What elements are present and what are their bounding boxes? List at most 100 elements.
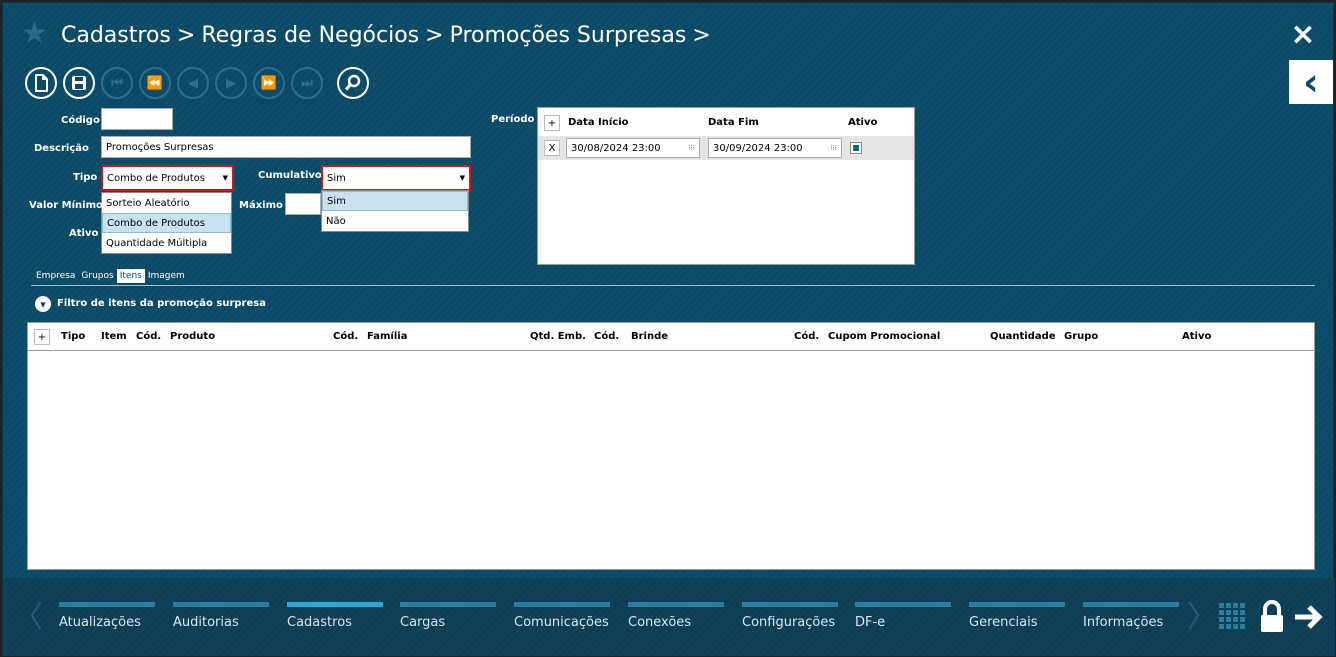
breadcrumb-item-cadastros[interactable]: Cadastros [61,23,171,48]
back-button[interactable]: ‹ [1289,60,1333,104]
col-quantidade[interactable]: Quantidade [990,331,1056,342]
data-inicio-input[interactable]: 30/08/2024 23:00 ⁝⁝⁝ [566,138,700,158]
search-button[interactable] [337,67,369,99]
cumulativo-dropdown-list: Sim Não [321,190,469,232]
cumulativo-selected-value: Sim [327,172,346,184]
periodo-label: Período [491,114,535,125]
remove-periodo-button[interactable]: X [544,140,560,156]
module-informacoes[interactable]: Informações [1083,602,1179,652]
data-inicio-value: 30/08/2024 23:00 [571,142,661,154]
items-grid: + Tipo Item Cód. Produto Cód. Família Qt… [27,322,1315,570]
next-page-button[interactable]: ⏩ [253,67,285,99]
save-button[interactable] [63,67,95,99]
module-comunicacoes[interactable]: Comunicações [514,602,610,652]
module-label: Configurações [742,615,836,630]
tipo-selected-value: Combo de Produtos [107,172,205,184]
dropdown-arrow-icon: ▼ [222,174,228,182]
module-indicator [969,602,1065,607]
col-qtd-emb[interactable]: Qtd. Emb. [530,331,586,342]
col-cod-cupom[interactable]: Cód. [794,331,819,342]
col-cod-familia[interactable]: Cód. [333,331,358,342]
chevron-left-icon: ‹ [1303,60,1319,104]
cumulativo-option[interactable]: Não [322,211,468,231]
descricao-label: Descrição [34,143,89,154]
module-cargas[interactable]: Cargas [400,602,496,652]
last-record-button[interactable]: ⏭ [291,67,323,99]
col-cupom-promocional[interactable]: Cupom Promocional [828,331,940,342]
module-cadastros[interactable]: Cadastros [287,602,383,652]
close-icon[interactable]: × [1289,20,1317,50]
logout-arrow-icon[interactable] [1293,602,1325,632]
module-gerenciais[interactable]: Gerenciais [969,602,1065,652]
tab-itens[interactable]: Itens [116,269,145,283]
calendar-icon[interactable]: ⁝⁝⁝ [830,144,837,152]
previous-record-button[interactable]: ◀ [177,67,209,99]
valor-minimo-label: Valor Mínimo [29,200,103,211]
col-cod-produto[interactable]: Cód. [136,331,161,342]
codigo-input[interactable] [101,108,173,130]
codigo-label: Código [61,115,100,126]
periodo-header-fim: Data Fim [708,117,759,128]
favorite-star-icon[interactable]: ★ [21,19,49,49]
col-produto[interactable]: Produto [170,331,215,342]
descricao-input[interactable]: Promoções Surpresas [101,136,471,158]
add-periodo-button[interactable]: + [544,115,560,131]
scroll-left-icon[interactable]: 〈 [13,598,43,638]
new-record-button[interactable] [25,67,57,99]
previous-page-button[interactable]: ⏪ [139,67,171,99]
tab-imagem[interactable]: Imagem [145,269,188,283]
calendar-icon[interactable]: ⁝⁝⁝ [688,144,695,152]
module-dfe[interactable]: DF-e [855,602,951,652]
breadcrumb-separator-icon: > [425,22,444,48]
data-fim-input[interactable]: 30/09/2024 23:00 ⁝⁝⁝ [708,138,842,158]
maximo-label: Máximo [239,200,283,211]
col-cod-brinde[interactable]: Cód. [594,331,619,342]
tipo-select[interactable]: Combo de Produtos ▼ [101,165,234,191]
scroll-right-icon[interactable]: 〉 [1187,598,1217,638]
module-indicator [400,602,496,607]
cumulativo-label: Cumulativo [258,170,322,181]
col-ativo[interactable]: Ativo [1182,331,1211,342]
filter-label[interactable]: Filtro de itens da promoção surpresa [57,298,266,309]
first-icon: ⏮ [111,75,123,91]
col-familia[interactable]: Família [367,331,407,342]
tipo-option-selected[interactable]: Combo de Produtos [102,213,231,233]
module-indicator [514,602,610,607]
app-window: ★ Cadastros > Regras de Negócios > Promo… [2,2,1335,656]
cumulativo-select[interactable]: Sim ▼ [321,165,471,191]
tab-grupos[interactable]: Grupos [78,269,116,283]
tipo-option[interactable]: Sorteio Aleatório [102,193,231,213]
tipo-option[interactable]: Quantidade Múltipla [102,233,231,253]
apps-grid-icon[interactable] [1219,603,1247,631]
breadcrumb-item-regras[interactable]: Regras de Negócios [201,23,419,48]
periodo-grid: + Data Início Data Fim Ativo X 30/08/202… [537,107,915,265]
filter-expand-button[interactable]: ▾ [35,296,51,312]
next-record-button[interactable]: ▶ [215,67,247,99]
new-document-icon [35,74,48,92]
module-auditorias[interactable]: Auditorias [173,602,269,652]
periodo-ativo-checkbox[interactable] [850,142,862,154]
cumulativo-option-selected[interactable]: Sim [322,191,468,211]
add-item-button[interactable]: + [34,329,50,345]
maximo-input[interactable] [285,193,321,215]
module-indicator [59,602,155,607]
tipo-label: Tipo [73,172,98,183]
col-tipo[interactable]: Tipo [61,331,85,342]
col-item[interactable]: Item [101,331,127,342]
module-conexoes[interactable]: Conexões [628,602,724,652]
module-indicator [742,602,838,607]
periodo-row: X 30/08/2024 23:00 ⁝⁝⁝ 30/09/2024 23:00 … [538,136,914,160]
col-brinde[interactable]: Brinde [631,331,668,342]
module-bar: 〈 Atualizações Auditorias Cadastros Carg… [3,578,1335,656]
module-atualizacoes[interactable]: Atualizações [59,602,155,652]
breadcrumb-separator-icon: > [692,22,711,48]
lock-icon[interactable] [1259,600,1285,634]
col-grupo[interactable]: Grupo [1064,331,1098,342]
module-indicator [1083,602,1179,607]
module-configuracoes[interactable]: Configurações [742,602,838,652]
breadcrumb-item-promocoes[interactable]: Promoções Surpresas [450,23,687,48]
module-label: Auditorias [173,615,239,630]
first-record-button[interactable]: ⏮ [101,67,133,99]
tab-empresa[interactable]: Empresa [33,269,78,283]
module-label: Conexões [628,615,692,630]
